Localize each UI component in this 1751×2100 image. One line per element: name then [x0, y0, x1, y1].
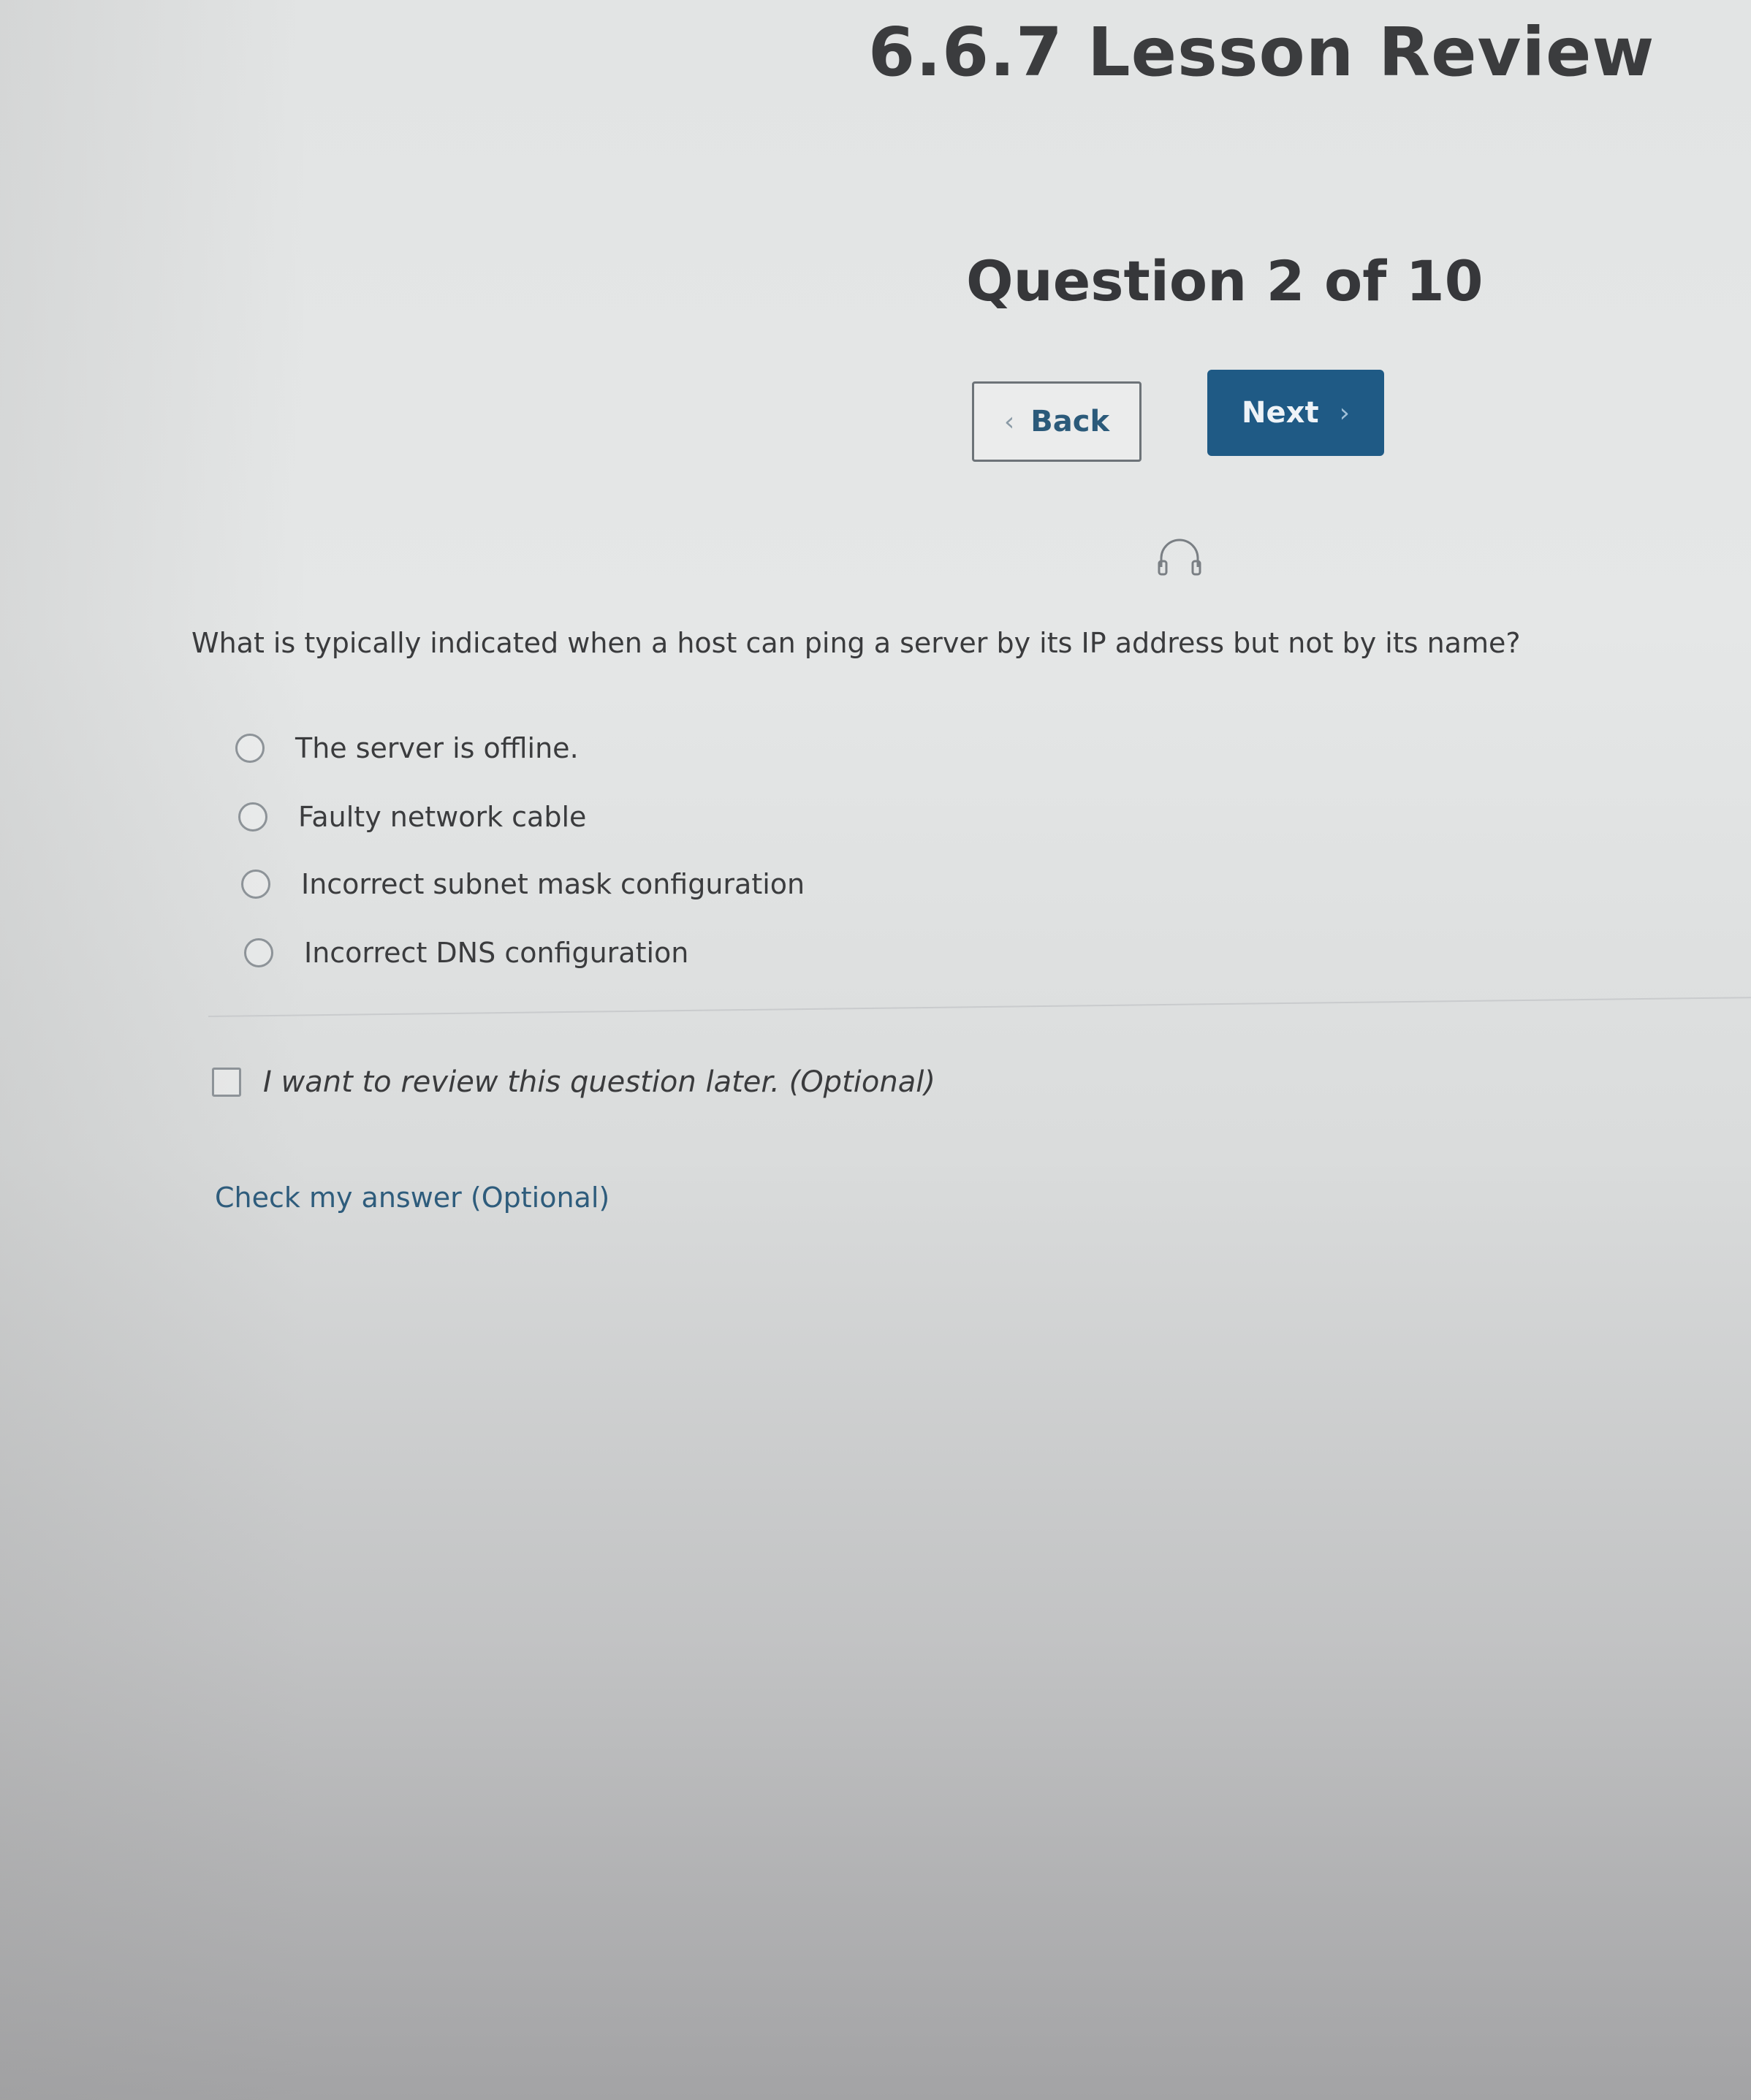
question-counter: Question 2 of 10 — [966, 248, 1484, 313]
back-button[interactable]: ‹ Back — [972, 381, 1142, 462]
radio-button[interactable] — [235, 734, 265, 763]
answer-option-2[interactable]: Faulty network cable — [238, 801, 586, 833]
radio-button[interactable] — [244, 938, 273, 967]
option-label: Incorrect subnet mask configuration — [301, 868, 805, 900]
section-divider — [208, 997, 1751, 1017]
answer-option-1[interactable]: The server is offline. — [235, 732, 579, 764]
back-button-label: Back — [1030, 405, 1110, 438]
review-later-checkbox[interactable] — [212, 1068, 241, 1097]
radio-button[interactable] — [241, 870, 270, 899]
answer-option-4[interactable]: Incorrect DNS configuration — [244, 937, 688, 969]
headphones-icon[interactable] — [1157, 538, 1202, 577]
chevron-left-icon: ‹ — [1003, 406, 1015, 437]
option-label: Incorrect DNS configuration — [304, 937, 689, 969]
option-label: Faulty network cable — [298, 801, 587, 833]
lesson-title: 6.6.7 Lesson Review — [868, 13, 1655, 91]
next-button-label: Next — [1242, 396, 1319, 430]
option-label: The server is offline. — [295, 732, 579, 764]
radio-button[interactable] — [238, 802, 267, 832]
next-button[interactable]: Next › — [1207, 370, 1384, 456]
answer-option-3[interactable]: Incorrect subnet mask configuration — [241, 868, 805, 900]
lesson-review-page: 6.6.7 Lesson Review Question 2 of 10 ‹ B… — [0, 0, 1751, 2100]
review-later-toggle[interactable]: I want to review this question later. (O… — [212, 1065, 935, 1099]
review-later-label: I want to review this question later. (O… — [263, 1065, 935, 1099]
question-text: What is typically indicated when a host … — [191, 627, 1521, 659]
chevron-right-icon: › — [1339, 397, 1350, 428]
check-answer-link[interactable]: Check my answer (Optional) — [215, 1182, 609, 1214]
